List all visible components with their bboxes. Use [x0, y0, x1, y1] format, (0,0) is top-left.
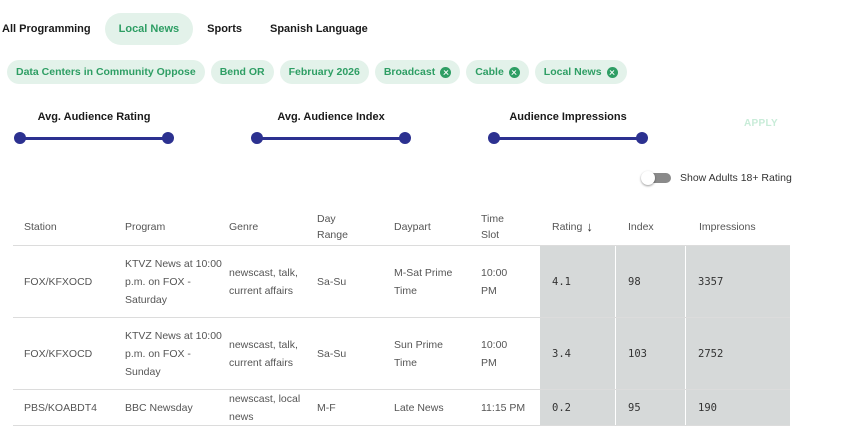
adults-rating-toggle[interactable] [641, 171, 671, 185]
filter-chip-label: Cable [475, 66, 504, 78]
index-range-slider: Avg. Audience Index [251, 110, 411, 144]
slider-label: Audience Impressions [509, 111, 627, 123]
cell-day-range: M-F [317, 401, 336, 414]
cell-program: KTVZ News at 10:00 p.m. on FOX - Sunday [125, 329, 222, 378]
column-header-index[interactable]: Index [616, 208, 685, 246]
cell-impressions: 2752 [686, 318, 790, 389]
remove-filter-icon[interactable] [440, 66, 452, 78]
cell-program: BBC Newsday [125, 401, 193, 414]
table-row[interactable]: FOX/KFXOCD KTVZ News at 10:00 p.m. on FO… [13, 318, 790, 390]
slider-range-bar [20, 137, 168, 140]
column-header-program[interactable]: Program [125, 208, 225, 246]
slider-range-bar [494, 137, 642, 140]
filter-chip-label: Local News [543, 66, 602, 78]
tab-spanish-language[interactable]: Spanish Language [256, 13, 382, 45]
cell-rating: 0.2 [540, 390, 615, 425]
filter-chip-date[interactable]: February 2026 [279, 60, 369, 84]
column-header-time-slot[interactable]: Time Slot [481, 208, 521, 246]
slider-track[interactable] [14, 132, 174, 144]
cell-station: PBS/KOABDT4 [24, 401, 97, 414]
cell-genre: newscast, talk, current affairs [229, 266, 298, 297]
column-header-genre[interactable]: Genre [229, 208, 309, 246]
filter-chips: Data Centers in Community Oppose Bend OR… [7, 60, 627, 84]
tab-sports[interactable]: Sports [193, 13, 256, 45]
slider-max-handle[interactable] [399, 132, 411, 144]
cell-impressions: 190 [686, 390, 790, 425]
cell-rating: 3.4 [540, 318, 615, 389]
cell-day-range: Sa-Su [317, 275, 347, 288]
cell-station: FOX/KFXOCD [24, 347, 93, 360]
slider-track[interactable] [251, 132, 411, 144]
cell-day-range: Sa-Su [317, 347, 347, 360]
remove-filter-icon[interactable] [508, 66, 520, 78]
filter-chip-broadcast: Broadcast [374, 60, 461, 84]
filter-chip-label: Bend OR [219, 66, 265, 78]
filter-chip-topic[interactable]: Data Centers in Community Oppose [7, 60, 205, 84]
cell-time-slot: 11:15 PM [481, 401, 526, 414]
arrow-down-icon: ↓ [586, 219, 593, 234]
cell-time-slot: 10:00 PM [481, 266, 508, 297]
table-header: Station Program Genre Day Range Daypart … [13, 208, 790, 246]
slider-range-bar [257, 137, 405, 140]
slider-label: Avg. Audience Rating [37, 111, 151, 123]
cell-index: 95 [616, 390, 685, 425]
filter-chip-label: Broadcast [383, 66, 436, 78]
column-header-impressions[interactable]: Impressions [686, 208, 790, 246]
rating-range-slider: Avg. Audience Rating [14, 110, 174, 144]
slider-max-handle[interactable] [636, 132, 648, 144]
cell-impressions: 3357 [686, 246, 790, 317]
cell-daypart: Late News [394, 401, 444, 414]
table-row[interactable]: PBS/KOABDT4 BBC Newsday newscast, local … [13, 390, 790, 426]
table-row[interactable]: FOX/KFXOCD KTVZ News at 10:00 p.m. on FO… [13, 246, 790, 318]
cell-rating: 4.1 [540, 246, 615, 317]
slider-min-handle[interactable] [14, 132, 26, 144]
impressions-range-slider: Audience Impressions [488, 110, 648, 144]
filter-chip-label: February 2026 [288, 66, 360, 78]
slider-min-handle[interactable] [488, 132, 500, 144]
slider-label: Avg. Audience Index [277, 111, 385, 123]
cell-genre: newscast, local news [229, 392, 301, 423]
cell-time-slot: 10:00 PM [481, 338, 508, 369]
filter-chip-market[interactable]: Bend OR [210, 60, 274, 84]
toggle-label: Show Adults 18+ Rating [680, 172, 792, 184]
column-header-rating[interactable]: Rating ↓ [540, 208, 615, 246]
filter-chip-label: Data Centers in Community Oppose [16, 66, 196, 78]
cell-daypart: Sun Prime Time [394, 338, 444, 369]
cell-genre: newscast, talk, current affairs [229, 338, 298, 369]
apply-button[interactable]: APPLY [744, 118, 778, 129]
cell-program: KTVZ News at 10:00 p.m. on FOX - Saturda… [125, 257, 222, 306]
slider-max-handle[interactable] [162, 132, 174, 144]
cell-index: 103 [616, 318, 685, 389]
tab-local-news[interactable]: Local News [104, 13, 194, 45]
column-header-daypart[interactable]: Daypart [394, 208, 476, 246]
slider-min-handle[interactable] [251, 132, 263, 144]
programming-tabs: All Programming Local News Sports Spanis… [0, 13, 382, 45]
cell-daypart: M-Sat Prime Time [394, 266, 453, 297]
column-header-station[interactable]: Station [24, 208, 124, 246]
toggle-knob [641, 171, 655, 185]
column-header-day-range[interactable]: Day Range [317, 208, 363, 246]
cell-station: FOX/KFXOCD [24, 275, 93, 288]
cell-index: 98 [616, 246, 685, 317]
tab-all-programming[interactable]: All Programming [0, 13, 105, 45]
column-header-label: Rating [552, 221, 583, 233]
programming-table: Station Program Genre Day Range Daypart … [13, 208, 790, 426]
adults-rating-toggle-row: Show Adults 18+ Rating [641, 171, 792, 185]
filter-chip-local-news: Local News [534, 60, 627, 84]
filter-chip-cable: Cable [466, 60, 529, 84]
remove-filter-icon[interactable] [606, 66, 618, 78]
slider-track[interactable] [488, 132, 648, 144]
